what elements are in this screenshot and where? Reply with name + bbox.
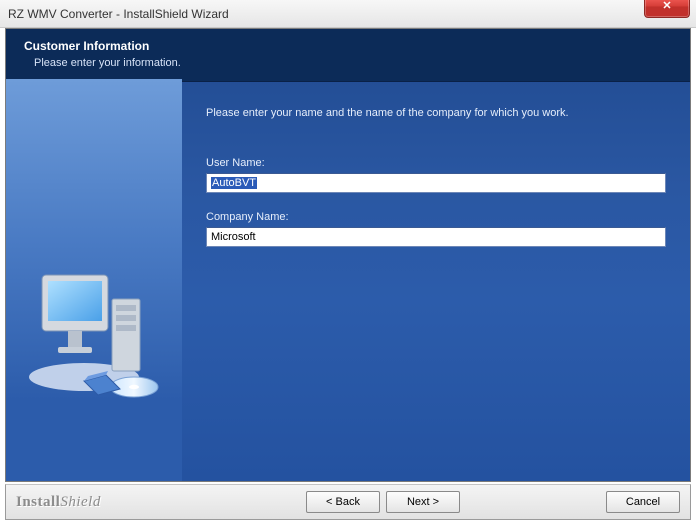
cancel-button[interactable]: Cancel [606, 491, 680, 513]
back-button[interactable]: < Back [306, 491, 380, 513]
installshield-logo: InstallShield [16, 494, 101, 511]
instruction-text: Please enter your name and the name of t… [206, 107, 666, 119]
header-subtitle: Please enter your information. [24, 57, 672, 69]
computer-illustration [24, 239, 164, 409]
titlebar: RZ WMV Converter - InstallShield Wizard … [0, 0, 696, 28]
wizard-panel: Customer Information Please enter your i… [5, 28, 691, 482]
close-button[interactable]: ✕ [644, 0, 690, 18]
username-value: AutoBVT [211, 177, 257, 189]
company-label: Company Name: [206, 211, 666, 223]
form-area: Please enter your name and the name of t… [182, 79, 690, 481]
wizard-content: Please enter your name and the name of t… [6, 79, 690, 481]
header-title: Customer Information [24, 39, 672, 53]
next-button[interactable]: Next > [386, 491, 460, 513]
brand-part-1: Install [16, 494, 60, 510]
close-icon: ✕ [662, 0, 671, 12]
brand-part-2: Shield [60, 494, 101, 510]
wizard-footer: InstallShield < Back Next > Cancel [5, 484, 691, 520]
wizard-header: Customer Information Please enter your i… [6, 29, 690, 82]
company-input[interactable] [206, 227, 666, 247]
window-title: RZ WMV Converter - InstallShield Wizard [8, 7, 229, 21]
sidebar-graphic [6, 79, 182, 481]
username-label: User Name: [206, 157, 666, 169]
username-input[interactable]: AutoBVT [206, 173, 666, 193]
window-buttons: ✕ [644, 0, 690, 18]
